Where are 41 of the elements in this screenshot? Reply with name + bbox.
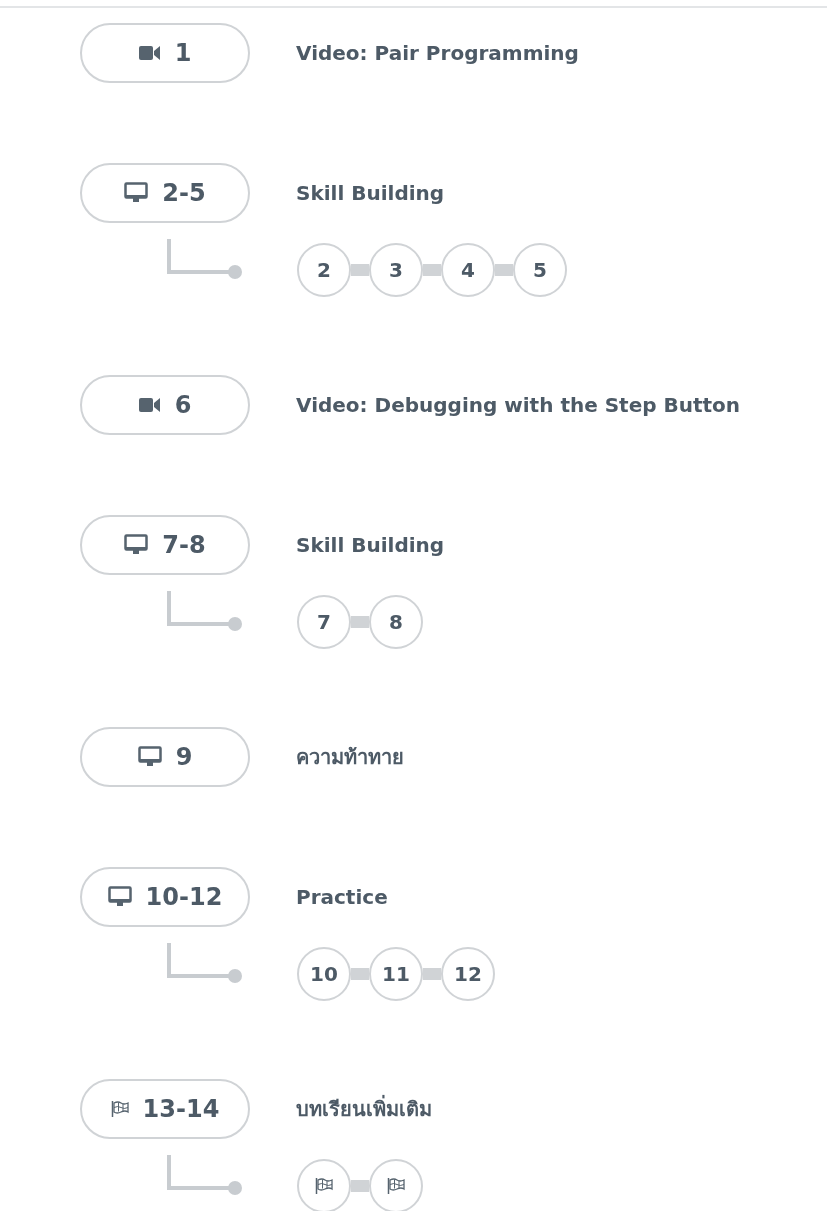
video-camera-icon bbox=[138, 397, 161, 413]
connector-bar bbox=[423, 968, 441, 980]
lesson-range-button[interactable]: 1 bbox=[80, 23, 250, 83]
connector-bar bbox=[351, 264, 369, 276]
level-bubble[interactable]: 11 bbox=[369, 947, 423, 1001]
level-bubble[interactable] bbox=[297, 1159, 351, 1211]
lesson-title[interactable]: Skill Building bbox=[296, 181, 445, 205]
lesson-range-button[interactable]: 9 bbox=[80, 727, 250, 787]
lesson-title[interactable]: Video: Pair Programming bbox=[296, 41, 579, 65]
lesson-range-button[interactable]: 6 bbox=[80, 375, 250, 435]
checkered-flag-icon bbox=[110, 1101, 129, 1117]
level-bubble[interactable]: 8 bbox=[369, 595, 423, 649]
lesson-range-button[interactable]: 13-14 bbox=[80, 1079, 250, 1139]
lesson-title[interactable]: Practice bbox=[296, 885, 388, 909]
level-bubble[interactable]: 10 bbox=[297, 947, 351, 1001]
lesson-range-button[interactable]: 2-5 bbox=[80, 163, 250, 223]
lesson-range-button[interactable]: 7-8 bbox=[80, 515, 250, 575]
level-bubble[interactable]: 3 bbox=[369, 243, 423, 297]
lesson-range-button[interactable]: 10-12 bbox=[80, 867, 250, 927]
level-bubble[interactable] bbox=[369, 1159, 423, 1211]
level-bubble[interactable]: 12 bbox=[441, 947, 495, 1001]
connector-bar bbox=[351, 616, 369, 628]
level-bubble[interactable]: 2 bbox=[297, 243, 351, 297]
connector-bar bbox=[423, 264, 441, 276]
level-bubble[interactable]: 7 bbox=[297, 595, 351, 649]
video-camera-icon bbox=[138, 45, 161, 61]
monitor-icon bbox=[107, 886, 132, 908]
checkered-flag-icon bbox=[315, 1178, 333, 1194]
lesson-title[interactable]: ความท้าทาย bbox=[296, 741, 404, 773]
monitor-icon bbox=[124, 182, 149, 204]
lesson-title[interactable]: Video: Debugging with the Step Button bbox=[296, 393, 741, 417]
connector-bar bbox=[351, 968, 369, 980]
monitor-icon bbox=[124, 534, 149, 556]
level-bubble[interactable]: 4 bbox=[441, 243, 495, 297]
connector-bar bbox=[495, 264, 513, 276]
monitor-icon bbox=[137, 746, 162, 768]
lesson-title[interactable]: บทเรียนเพิ่มเติม bbox=[296, 1093, 432, 1125]
level-bubble[interactable]: 5 bbox=[513, 243, 567, 297]
lesson-title[interactable]: Skill Building bbox=[296, 533, 445, 557]
checkered-flag-icon bbox=[387, 1178, 405, 1194]
connector-bar bbox=[351, 1180, 369, 1192]
